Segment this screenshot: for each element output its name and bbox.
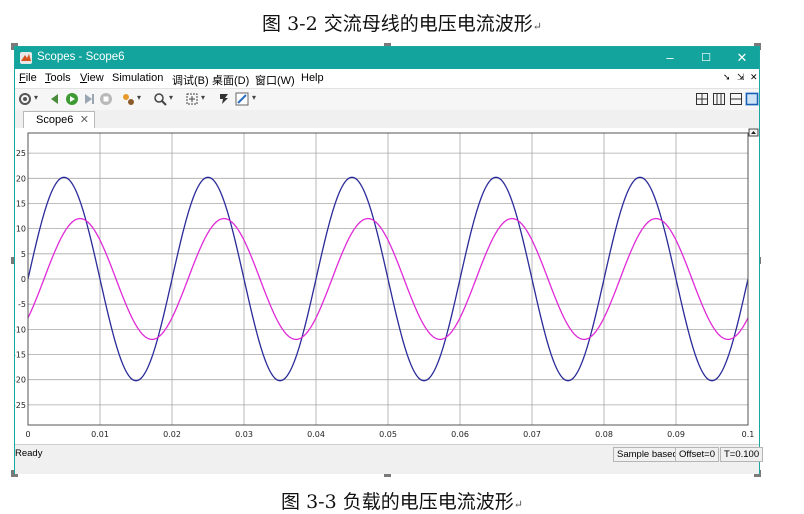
x-tick-label: 0.1: [742, 430, 755, 439]
paragraph-mark: ↵: [513, 498, 523, 511]
menu-simulation[interactable]: Simulation: [112, 72, 163, 84]
menu-file[interactable]: File: [19, 72, 37, 84]
stop-icon[interactable]: [99, 92, 113, 106]
status-offset: Offset=0: [675, 447, 720, 462]
zoom-icon[interactable]: [153, 92, 167, 106]
status-time: T=0.100: [720, 447, 764, 462]
x-tick-label: 0.07: [523, 430, 541, 439]
x-tick-label: 0.01: [91, 430, 109, 439]
layout-grid-icon[interactable]: [695, 92, 709, 106]
chevron-down-icon[interactable]: ▾: [252, 93, 256, 102]
matlab-icon: [20, 52, 32, 64]
settings-icon[interactable]: [18, 92, 32, 106]
status-sample-based: Sample based: [613, 447, 682, 462]
tab-scope6[interactable]: Scope6 ✕: [23, 111, 95, 128]
chevron-down-icon[interactable]: ▾: [169, 93, 173, 102]
chevron-down-icon[interactable]: ▾: [137, 93, 141, 102]
chevron-down-icon[interactable]: ▾: [34, 93, 38, 102]
y-tick-label: 15: [16, 199, 26, 208]
y-tick-label: -5: [18, 300, 26, 309]
x-tick-label: 0: [25, 430, 30, 439]
x-tick-label: 0.03: [235, 430, 253, 439]
scope-window: Scopes - Scope6 – ☐ ✕ File Tools View Si…: [13, 46, 764, 474]
plot-area: 25 20 15 10 5 0 -5 -10 -15 -20 -25 0 0.01 0.02 0.03 0.…: [13, 128, 759, 444]
step-back-icon[interactable]: [48, 92, 62, 106]
run-icon[interactable]: [65, 92, 79, 106]
y-axis-ticks: 25 20 15 10 5 0 -5 -10 -15 -20 -25: [13, 149, 26, 410]
x-tick-label: 0.04: [307, 430, 325, 439]
menu-window[interactable]: 窗口(W): [255, 72, 295, 88]
menu-view[interactable]: View: [80, 72, 104, 84]
layout-single-icon[interactable]: [745, 92, 759, 106]
layout-columns-icon[interactable]: [712, 92, 726, 106]
paragraph-mark: ↵: [532, 20, 542, 33]
status-ready: Ready: [15, 448, 43, 459]
menu-help[interactable]: Help: [301, 72, 324, 84]
y-tick-label: 10: [16, 225, 26, 234]
y-tick-label: 5: [21, 250, 26, 259]
y-tick-label: 25: [16, 149, 26, 158]
y-tick-label: -25: [15, 401, 26, 410]
maximize-axes-icon[interactable]: [748, 128, 759, 137]
close-button[interactable]: ✕: [734, 50, 750, 66]
x-tick-label: 0.08: [595, 430, 613, 439]
autoscale-icon[interactable]: [185, 92, 199, 106]
menu-desktop[interactable]: 桌面(D): [212, 72, 249, 88]
toolbar: ▾ ▾ ▾ ▾ ▾: [15, 89, 759, 111]
tab-label: Scope6: [36, 114, 74, 126]
figure-caption-bottom: 图 3-3 负载的电压电流波形↵: [281, 491, 523, 513]
cursor-icon[interactable]: [217, 92, 231, 106]
step-forward-icon[interactable]: [82, 92, 96, 106]
title-bar[interactable]: Scopes - Scope6 – ☐ ✕: [15, 47, 759, 69]
layout-rows-icon[interactable]: [729, 92, 743, 106]
x-tick-label: 0.05: [379, 430, 397, 439]
minimize-button[interactable]: –: [662, 50, 678, 66]
menu-bar: File Tools View Simulation 调试(B) 桌面(D) 窗…: [15, 69, 759, 89]
maximize-button[interactable]: ☐: [698, 50, 714, 66]
y-tick-label: 20: [16, 174, 26, 183]
y-tick-label: -15: [15, 351, 26, 360]
x-tick-label: 0.06: [451, 430, 469, 439]
menu-tools[interactable]: Tools: [45, 72, 71, 84]
menu-close-icon[interactable]: ✕: [750, 72, 758, 83]
y-tick-label: 0: [21, 275, 26, 284]
x-axis-ticks: 0 0.01 0.02 0.03 0.04 0.05 0.06 0.07 0.08 0.09 0.1: [25, 430, 754, 439]
figure-caption-top: 图 3-2 交流母线的电压电流波形↵: [262, 13, 542, 35]
undock-icon[interactable]: ➘: [723, 72, 731, 83]
dock-icon[interactable]: ⇲: [737, 72, 745, 83]
x-tick-label: 0.02: [163, 430, 181, 439]
highlight-icon[interactable]: [121, 92, 135, 106]
tab-strip: Scope6 ✕: [15, 110, 759, 129]
tab-close-icon[interactable]: ✕: [80, 113, 89, 126]
y-tick-label: -20: [15, 376, 26, 385]
menu-debug[interactable]: 调试(B): [172, 72, 209, 88]
scope-chart: 25 20 15 10 5 0 -5 -10 -15 -20 -25 0 0.01 0.02 0.03 0.…: [13, 128, 759, 439]
window-title: Scopes - Scope6: [37, 51, 125, 63]
style-icon[interactable]: [235, 92, 249, 106]
y-tick-label: -10: [15, 325, 26, 334]
x-tick-label: 0.09: [667, 430, 685, 439]
status-bar: Ready Sample based Offset=0 T=0.100: [15, 444, 764, 474]
chevron-down-icon[interactable]: ▾: [201, 93, 205, 102]
